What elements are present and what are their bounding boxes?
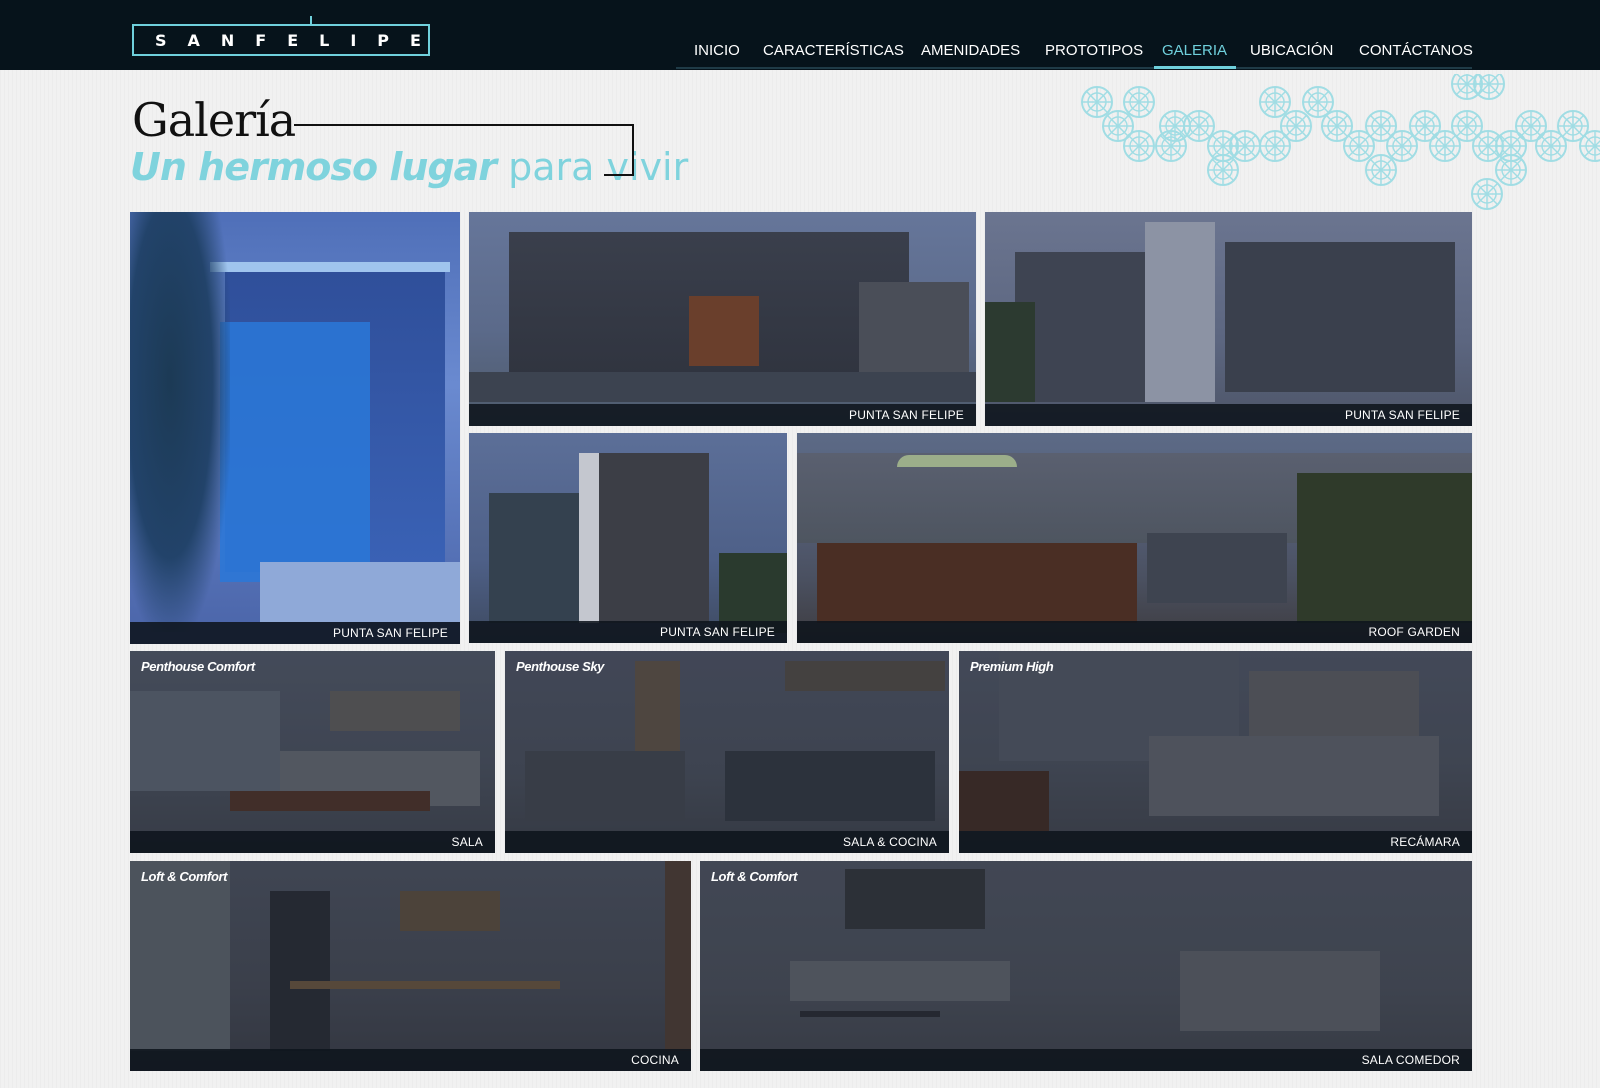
nav-item-amenidades[interactable]: AMENIDADES — [921, 42, 1020, 66]
subtitle-light: para vivir — [508, 145, 689, 189]
tile-caption: PUNTA SAN FELIPE — [1344, 408, 1460, 422]
gallery-tile-sala-cocina[interactable]: Penthouse Sky SALA & COCINA — [505, 651, 949, 853]
tile-overlay — [959, 651, 1472, 853]
tile-caption: RECÁMARA — [1390, 835, 1460, 849]
tile-tag: Loft & Comfort — [711, 869, 798, 884]
gallery-tile-punta-san-felipe-1[interactable]: PUNTA SAN FELIPE — [130, 212, 460, 644]
tile-image — [469, 372, 976, 402]
tile-caption: SALA — [451, 835, 483, 849]
gallery-tile-sala-comedor[interactable]: Loft & Comfort SALA COMEDOR — [700, 861, 1472, 1071]
page-subtitle: Un hermoso lugar para vivir — [130, 144, 688, 190]
tile-image — [260, 562, 460, 622]
tile-overlay — [700, 861, 1472, 1071]
sanfelipe-logo[interactable]: SANFELIPE — [132, 16, 442, 56]
nav-item-caracteristicas[interactable]: CARACTERÍSTICAS — [763, 42, 904, 66]
tile-caption: PUNTA SAN FELIPE — [659, 625, 775, 639]
gallery-tile-punta-san-felipe-4[interactable]: PUNTA SAN FELIPE — [469, 433, 787, 643]
caption-bar — [130, 1049, 691, 1071]
nav-active-indicator — [1154, 66, 1236, 69]
tile-caption: PUNTA SAN FELIPE — [332, 626, 448, 640]
tile-image — [1225, 242, 1455, 392]
nav-item-prototipos[interactable]: PROTOTIPOS — [1045, 42, 1143, 66]
caption-bar — [700, 1049, 1472, 1071]
tile-overlay — [505, 651, 949, 853]
tile-caption: COCINA — [631, 1053, 679, 1067]
gallery-tile-punta-san-felipe-2[interactable]: PUNTA SAN FELIPE — [469, 212, 976, 426]
tile-tag: Penthouse Comfort — [141, 659, 255, 674]
tile-caption: PUNTA SAN FELIPE — [848, 408, 964, 422]
site-header: SANFELIPE INICIO CARACTERÍSTICAS AMENIDA… — [0, 0, 1600, 70]
tile-image — [985, 302, 1035, 402]
tile-tag: Loft & Comfort — [141, 869, 228, 884]
tile-image — [1147, 533, 1287, 603]
tile-image — [130, 212, 230, 632]
gallery-tile-punta-san-felipe-3[interactable]: PUNTA SAN FELIPE — [985, 212, 1472, 426]
nav-item-inicio[interactable]: INICIO — [694, 42, 740, 66]
gallery-tile-sala[interactable]: Penthouse Comfort SALA — [130, 651, 495, 853]
tile-tag: Premium High — [970, 659, 1054, 674]
subtitle-strong: Un hermoso lugar — [130, 145, 497, 189]
tile-image — [1297, 473, 1472, 623]
tile-image — [689, 296, 759, 366]
gallery-tile-recamara[interactable]: Premium High RECÁMARA — [959, 651, 1472, 853]
tile-caption: SALA COMEDOR — [1361, 1053, 1460, 1067]
decorative-flower-pattern — [1081, 74, 1600, 210]
tile-image — [1145, 222, 1215, 402]
tile-tag: Penthouse Sky — [516, 659, 604, 674]
tile-caption: SALA & COCINA — [843, 835, 937, 849]
tile-image — [897, 455, 1017, 467]
tile-overlay — [130, 861, 691, 1071]
gallery-tile-roof-garden[interactable]: ROOF GARDEN — [797, 433, 1472, 643]
gallery-tile-cocina[interactable]: Loft & Comfort COCINA — [130, 861, 691, 1071]
caption-bar — [130, 831, 495, 853]
title-bracket — [632, 124, 634, 176]
tile-overlay — [130, 651, 495, 853]
nav-underline — [1236, 67, 1472, 69]
tile-image — [817, 543, 1137, 623]
tile-image — [220, 322, 370, 582]
logo-text: SANFELIPE — [155, 31, 442, 50]
nav-item-ubicacion[interactable]: UBICACIÓN — [1250, 42, 1333, 66]
logo-notch — [310, 16, 312, 26]
page-title: Galería — [132, 93, 296, 147]
title-bracket — [604, 174, 634, 176]
tile-image — [210, 262, 450, 272]
tile-image — [599, 453, 709, 623]
nav-underline — [676, 67, 1154, 69]
nav-item-contactanos[interactable]: CONTÁCTANOS — [1359, 42, 1473, 66]
nav-item-galeria[interactable]: GALERIA — [1162, 42, 1227, 66]
tile-caption: ROOF GARDEN — [1368, 625, 1460, 639]
title-bracket — [294, 124, 634, 126]
